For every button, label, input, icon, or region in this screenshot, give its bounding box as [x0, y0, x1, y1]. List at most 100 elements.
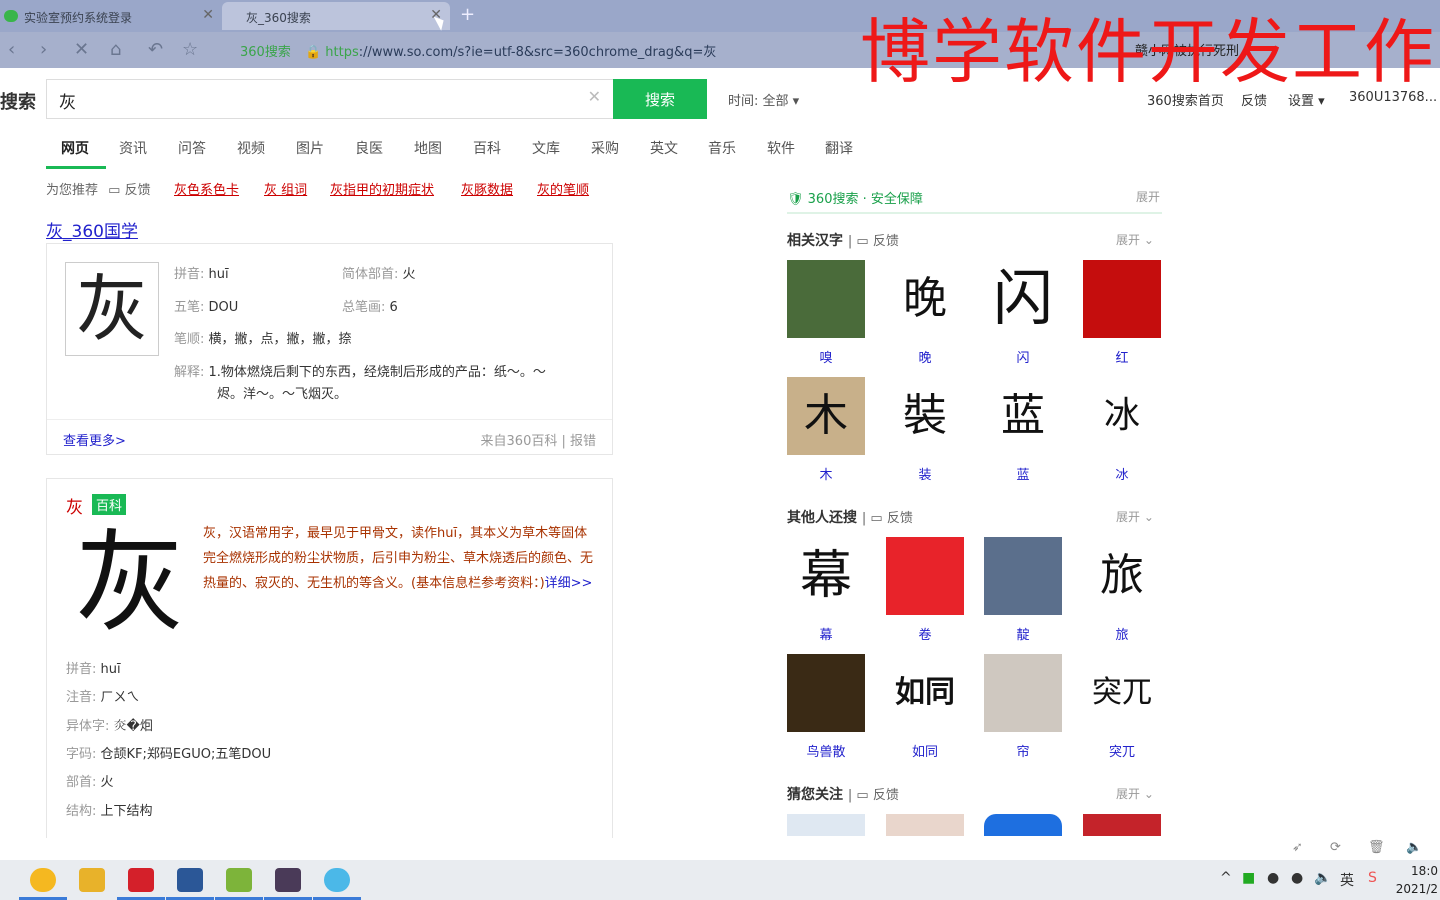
tab-qa[interactable]: 问答 [178, 138, 206, 158]
recommend-link[interactable]: 灰豚数据 [461, 179, 513, 198]
rocket-icon[interactable]: ➶ [1292, 840, 1303, 855]
interest-thumb[interactable] [1083, 814, 1161, 836]
source-text[interactable]: 来自360百科 | 报错 [481, 430, 596, 449]
url-field[interactable]: 360搜索 🔒 https://www.so.com/s?ie=utf-8&sr… [232, 38, 852, 62]
others-thumb[interactable] [787, 654, 865, 732]
recommend-link[interactable]: 灰的笔顺 [537, 179, 589, 198]
thumb-caption[interactable]: 红 [1083, 347, 1161, 366]
result-title[interactable]: 灰_360国学 [46, 217, 138, 242]
close-tab-icon[interactable]: ✕ [202, 7, 214, 23]
tab-english[interactable]: 英文 [650, 138, 678, 158]
related-thumb[interactable]: 冰 [1083, 377, 1161, 455]
tab-wenku[interactable]: 文库 [532, 138, 560, 158]
others-thumb[interactable]: 旅 [1083, 537, 1161, 615]
others-thumb[interactable] [984, 537, 1062, 615]
tab-video[interactable]: 视频 [237, 138, 265, 158]
see-more-link[interactable]: 查看更多> [63, 430, 126, 449]
chart-app-icon[interactable] [226, 868, 252, 892]
sogou-icon[interactable]: S [1368, 870, 1377, 886]
thumb-caption[interactable]: 嗅 [787, 347, 865, 366]
related-thumb[interactable]: 蓝 [984, 377, 1062, 455]
search-input[interactable]: 灰 ✕ [46, 79, 614, 119]
tab-translate[interactable]: 翻译 [825, 138, 853, 158]
star-icon[interactable]: ☆ [182, 39, 198, 60]
thumb-caption[interactable]: 鸟兽散 [787, 741, 865, 760]
others-thumb[interactable] [886, 537, 964, 615]
refresh-icon[interactable]: ⟳ [1330, 840, 1341, 855]
tab-music[interactable]: 音乐 [708, 138, 736, 158]
thumb-caption[interactable]: 突兀 [1083, 741, 1161, 760]
tab-images[interactable]: 图片 [296, 138, 324, 158]
recommend-link[interactable]: 灰指甲的初期症状 [330, 179, 434, 198]
tab-baike[interactable]: 百科 [473, 138, 501, 158]
tab-lab-login[interactable]: 实验室预约系统登录 ✕ [0, 2, 222, 30]
new-tab-icon[interactable]: + [460, 4, 475, 25]
related-thumb[interactable]: 木 [787, 377, 865, 455]
thumb-caption[interactable]: 木 [787, 464, 865, 483]
recommend-link[interactable]: 灰色系色卡 [174, 179, 239, 198]
expand-toggle[interactable]: 展开 ⌄ [1116, 785, 1154, 802]
expand-toggle[interactable]: 展开 ⌄ [1116, 508, 1154, 525]
search-button[interactable]: 搜索 [613, 79, 707, 119]
others-thumb[interactable]: 幕 [787, 537, 865, 615]
thumb-caption[interactable]: 卷 [886, 624, 964, 643]
tab-map[interactable]: 地图 [414, 138, 442, 158]
thumb-caption[interactable]: 如同 [886, 741, 964, 760]
thumb-caption[interactable]: 靛 [984, 624, 1062, 643]
thumb-caption[interactable]: 旅 [1083, 624, 1161, 643]
others-thumb[interactable] [984, 654, 1062, 732]
expand-toggle[interactable]: 展开 [1136, 188, 1160, 205]
tab-doctor[interactable]: 良医 [355, 138, 383, 158]
back-icon[interactable]: ‹ [8, 39, 15, 60]
home-icon[interactable]: ⌂ [110, 39, 121, 60]
browser-360-icon[interactable] [324, 868, 350, 892]
speaker-icon[interactable]: 🔈 [1406, 840, 1422, 855]
stop-icon[interactable]: ✕ [74, 39, 89, 60]
netease-icon[interactable] [128, 868, 154, 892]
trash-icon[interactable]: 🗑 [1368, 840, 1385, 855]
detail-link[interactable]: 详细>> [545, 576, 593, 591]
tab-shopping[interactable]: 采购 [591, 138, 619, 158]
system-clock[interactable]: 18:0 2021/2 [1396, 862, 1438, 898]
thumb-caption[interactable]: 蓝 [984, 464, 1062, 483]
interest-thumb[interactable] [787, 814, 865, 836]
app-icon[interactable] [30, 868, 56, 892]
game-icon[interactable] [275, 868, 301, 892]
volume-icon[interactable]: 🔈 [1314, 870, 1331, 886]
forward-icon[interactable]: › [40, 39, 47, 60]
folder-icon[interactable] [79, 868, 105, 892]
baike-title[interactable]: 灰 [66, 493, 83, 518]
related-thumb[interactable] [1083, 260, 1161, 338]
undo-icon[interactable]: ↶ [148, 39, 163, 60]
interest-thumb[interactable] [886, 814, 964, 836]
ime-icon[interactable]: 英 [1340, 870, 1354, 890]
qq-icon[interactable]: ● [1291, 870, 1303, 886]
thumb-caption[interactable]: 幕 [787, 624, 865, 643]
related-thumb[interactable]: 晚 [886, 260, 964, 338]
related-thumb[interactable]: 裝 [886, 377, 964, 455]
others-thumb[interactable]: 突兀 [1083, 654, 1161, 732]
tab-news[interactable]: 资讯 [119, 138, 147, 158]
thumb-caption[interactable]: 冰 [1083, 464, 1161, 483]
tray-app-icon[interactable]: ■ [1242, 870, 1255, 886]
related-thumb[interactable]: 闪 [984, 260, 1062, 338]
thumb-caption[interactable]: 晚 [886, 347, 964, 366]
qq-icon[interactable]: ● [1267, 870, 1279, 886]
thumb-caption[interactable]: 闪 [984, 347, 1062, 366]
recommend-link[interactable]: 灰 组词 [264, 179, 307, 198]
expand-toggle[interactable]: 展开 ⌄ [1116, 231, 1154, 248]
tab-webpage[interactable]: 网页 [61, 138, 89, 158]
interest-thumb[interactable] [984, 814, 1062, 836]
thumb-caption[interactable]: 装 [886, 464, 964, 483]
time-filter[interactable]: 时间: 全部 ▾ [728, 90, 799, 109]
tab-software[interactable]: 软件 [767, 138, 795, 158]
word-icon[interactable] [177, 868, 203, 892]
tray-arrow-icon[interactable]: ^ [1220, 870, 1232, 886]
search-logo[interactable]: 搜索 [0, 88, 36, 114]
others-thumb[interactable]: 如同 [886, 654, 964, 732]
clear-icon[interactable]: ✕ [588, 87, 601, 106]
section-title: 猜您关注 | ▭ 反馈 [787, 787, 899, 803]
related-thumb[interactable] [787, 260, 865, 338]
thumb-caption[interactable]: 帘 [984, 741, 1062, 760]
tab-search-result[interactable]: 灰_360搜索 ✕ [222, 2, 450, 30]
